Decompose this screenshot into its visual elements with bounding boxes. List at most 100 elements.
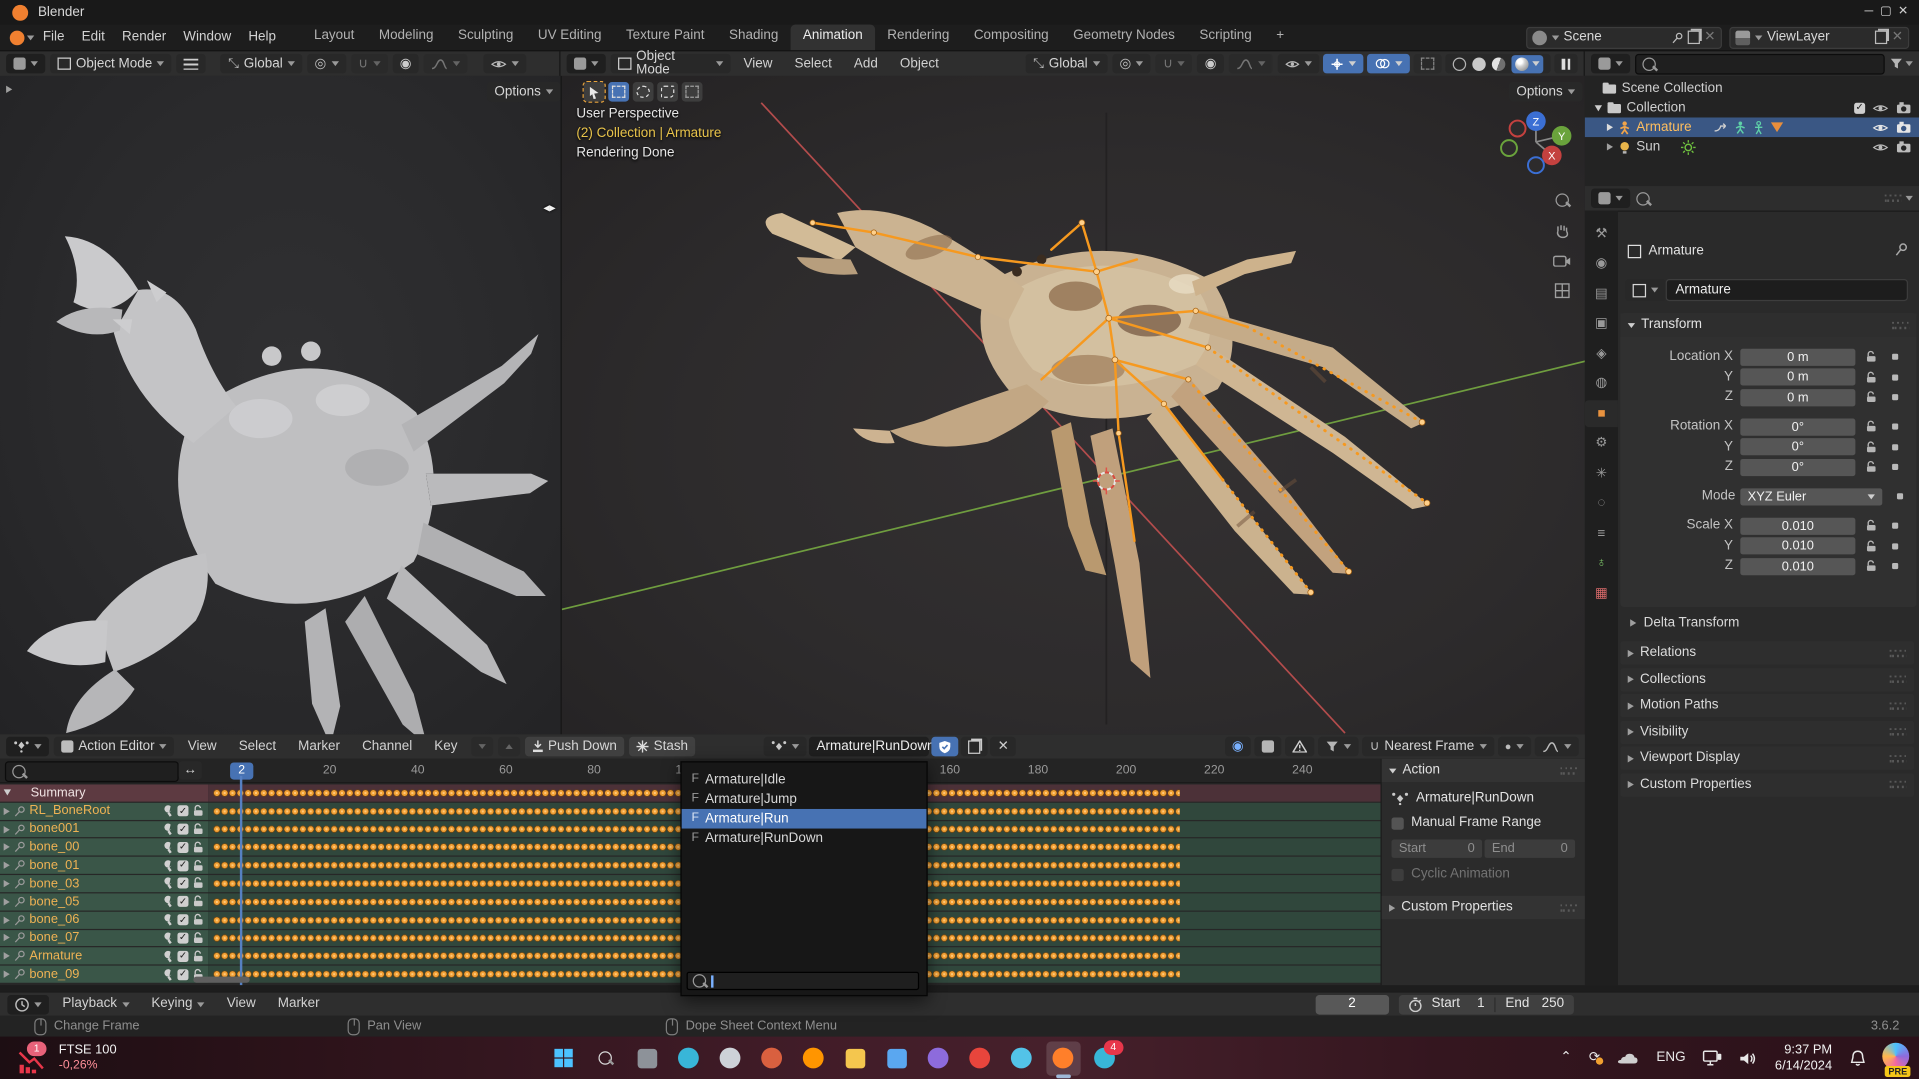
channel-enable-checkbox[interactable]: ✓ xyxy=(177,896,188,907)
workspace-tab-uv-editing[interactable]: UV Editing xyxy=(526,24,614,50)
properties-tab-object[interactable]: ■ xyxy=(1585,400,1618,427)
properties-tab-scene[interactable]: ◈ xyxy=(1585,340,1618,367)
sync-icon[interactable]: ⟳ xyxy=(1589,1051,1600,1064)
channel-name[interactable]: bone_06 xyxy=(29,913,79,926)
mode-selector[interactable]: Object Mode xyxy=(50,54,172,74)
filter-funnel-icon[interactable] xyxy=(1318,737,1358,757)
channel-row-armature[interactable]: Armature ✓ xyxy=(0,948,208,965)
channel-row-bone-09[interactable]: bone_09 ✓ xyxy=(0,966,208,983)
orthographic-grid-icon[interactable] xyxy=(1554,283,1570,299)
editor-type-button[interactable] xyxy=(6,737,49,757)
menu-playback[interactable]: Playback xyxy=(54,997,138,1010)
end-frame-field[interactable]: End250 xyxy=(1505,997,1564,1010)
modifier-wrench-icon[interactable] xyxy=(160,895,173,908)
menu-edit[interactable]: Edit xyxy=(73,31,113,44)
tool-tweak-icon[interactable] xyxy=(584,82,605,102)
transform-orientation-selector[interactable]: ⤡Global xyxy=(1026,54,1108,74)
channel-name[interactable]: bone_03 xyxy=(29,877,79,890)
taskbar-app-notes-app[interactable] xyxy=(713,1041,747,1075)
channel-enable-checkbox[interactable]: ✓ xyxy=(177,860,188,871)
new-view-layer-icon[interactable] xyxy=(1875,31,1887,44)
outliner-row-sun[interactable]: Sun xyxy=(1585,137,1919,157)
channel-row-bone001[interactable]: bone001 ✓ xyxy=(0,821,208,838)
workspace-tab-layout[interactable]: Layout xyxy=(302,24,367,50)
outliner-filter-button[interactable] xyxy=(1890,58,1913,70)
taskbar-app-start[interactable] xyxy=(547,1041,581,1075)
network-icon[interactable] xyxy=(1703,1050,1723,1066)
properties-tab-particles[interactable]: ✳ xyxy=(1585,460,1618,487)
lock-icon[interactable] xyxy=(1865,350,1877,363)
menu-channel[interactable]: Channel xyxy=(354,740,421,753)
menu-view[interactable]: View xyxy=(735,57,781,70)
channel-lock-icon[interactable] xyxy=(192,877,204,890)
workspace-tab-sculpting[interactable]: Sculpting xyxy=(446,24,526,50)
expand-icon[interactable] xyxy=(1607,143,1613,150)
channel-row-summary[interactable]: Summary ✓ xyxy=(0,784,208,801)
outliner-row-armature[interactable]: Armature xyxy=(1585,117,1919,137)
pin-icon[interactable] xyxy=(13,805,25,817)
channel-name[interactable]: RL_BoneRoot xyxy=(29,805,110,818)
maximize-button[interactable]: ▢ xyxy=(1877,6,1894,18)
expand-icon[interactable] xyxy=(1595,105,1602,111)
fake-user-shield-icon[interactable] xyxy=(932,737,959,757)
shading-solid-icon[interactable] xyxy=(1472,57,1485,70)
properties-tab-material[interactable]: ▦ xyxy=(1585,580,1618,607)
animate-dot[interactable] xyxy=(1892,423,1898,429)
properties-search-icon[interactable] xyxy=(1636,192,1649,205)
editor-type-button[interactable] xyxy=(1591,54,1630,74)
channel-row-bone-07[interactable]: bone_07 ✓ xyxy=(0,930,208,947)
visibility-dropdown-icon[interactable] xyxy=(483,54,526,74)
camera-view-icon[interactable] xyxy=(1553,253,1571,266)
expand-icon[interactable] xyxy=(1607,124,1613,131)
taskbar-app-search[interactable] xyxy=(588,1041,622,1075)
properties-tab-data[interactable]: ♁ xyxy=(1585,550,1618,577)
remove-view-layer-icon[interactable]: ✕ xyxy=(1892,31,1903,44)
delete-scene-icon[interactable]: ✕ xyxy=(1704,31,1715,44)
value-field[interactable]: 0° xyxy=(1740,458,1855,475)
channel-row-bone-05[interactable]: bone_05 ✓ xyxy=(0,893,208,910)
proportional-falloff-icon[interactable] xyxy=(424,54,468,74)
render-camera-icon[interactable] xyxy=(1896,121,1912,133)
drag-grip-icon[interactable] xyxy=(1560,767,1577,774)
shading-rendered-icon[interactable] xyxy=(1511,54,1543,72)
pin-icon[interactable] xyxy=(13,950,25,962)
outliner-search-input[interactable] xyxy=(1635,53,1885,74)
editor-type-button[interactable] xyxy=(567,54,606,74)
snap-target-button[interactable]: ◎ xyxy=(307,54,346,74)
breadcrumb-object[interactable]: Armature xyxy=(1649,245,1704,258)
value-field[interactable]: 0° xyxy=(1740,438,1855,455)
taskbar-app-task-view[interactable] xyxy=(630,1041,664,1075)
menu-object[interactable]: Object xyxy=(891,57,947,70)
animate-dot[interactable] xyxy=(1892,374,1898,380)
show-gizmo-icon[interactable] xyxy=(1278,54,1320,74)
transform-panel-header[interactable]: Transform xyxy=(1620,313,1916,336)
channel-lock-icon[interactable] xyxy=(192,949,204,962)
dropdown-item-armature-idle[interactable]: FArmature|Idle xyxy=(682,770,927,790)
mode-selector[interactable]: Object Mode xyxy=(611,54,730,74)
editor-type-button[interactable] xyxy=(1591,188,1630,208)
channel-expand-icon[interactable] xyxy=(4,862,10,869)
channel-row-bone-03[interactable]: bone_03 ✓ xyxy=(0,875,208,892)
start-frame-field[interactable]: Start1 xyxy=(1432,997,1485,1010)
channel-name[interactable]: bone_05 xyxy=(29,895,79,908)
animate-dot[interactable] xyxy=(1892,394,1898,400)
menu-add[interactable]: Add xyxy=(845,57,886,70)
pivot-selector[interactable]: ● xyxy=(1497,737,1531,757)
toolbar-expand-icon[interactable] xyxy=(6,86,12,93)
layered-anim-icon[interactable] xyxy=(1255,737,1282,757)
channel-expand-icon[interactable] xyxy=(4,826,10,833)
proportional-editing-icon[interactable]: ◉ xyxy=(1197,54,1223,74)
channel-enable-checkbox[interactable]: ✓ xyxy=(177,806,188,817)
app-menu-button[interactable] xyxy=(10,30,34,45)
onedrive-cloud-icon[interactable] xyxy=(1617,1051,1639,1064)
value-field[interactable]: 0.010 xyxy=(1740,537,1855,554)
playhead-line[interactable] xyxy=(240,776,242,985)
modifier-wrench-icon[interactable] xyxy=(160,931,173,944)
copilot-icon[interactable]: PRE xyxy=(1882,1043,1909,1074)
value-field[interactable]: 0 m xyxy=(1740,368,1855,385)
channel-enable-checkbox[interactable]: ✓ xyxy=(177,932,188,943)
channel-expand-icon[interactable] xyxy=(4,898,10,905)
scene-selector[interactable]: Scene ✕ xyxy=(1526,26,1722,48)
properties-tab-view-layer[interactable]: ▣ xyxy=(1585,310,1618,337)
channel-expand-icon[interactable] xyxy=(4,934,10,941)
